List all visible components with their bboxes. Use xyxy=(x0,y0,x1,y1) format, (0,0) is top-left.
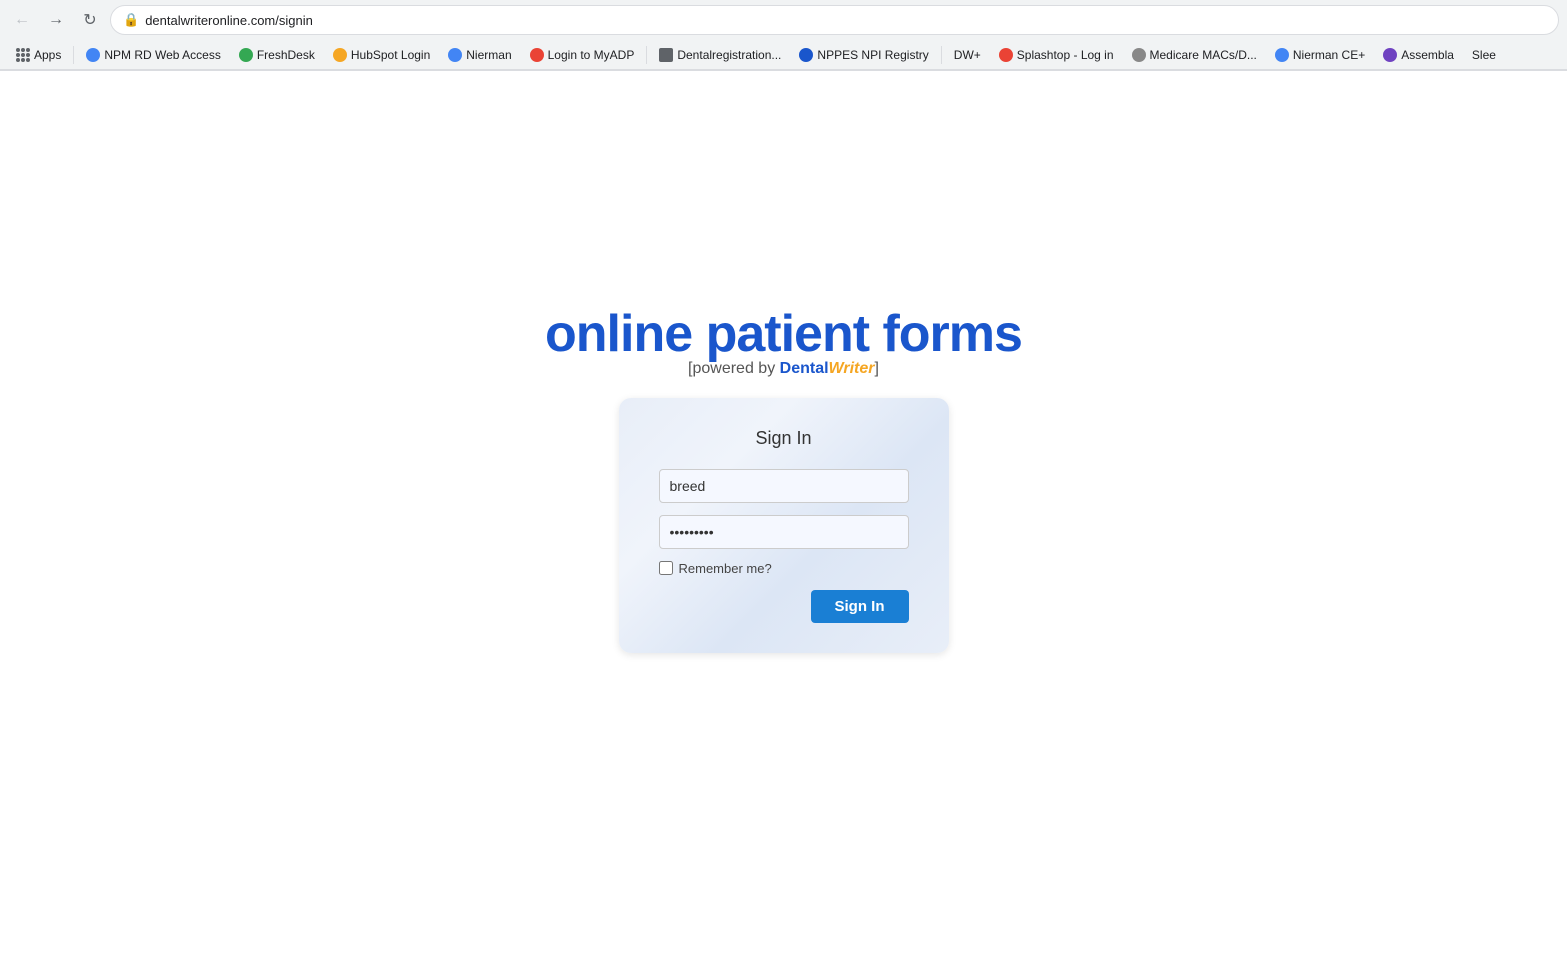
address-text: dentalwriteronline.com/signin xyxy=(145,13,313,28)
nppes-label: NPPES NPI Registry xyxy=(817,48,928,62)
dentalreg-favicon xyxy=(659,48,673,62)
bookmark-nierman[interactable]: Nierman xyxy=(440,45,519,65)
medicare-favicon xyxy=(1132,48,1146,62)
logo-section: online patient forms [powered by DentalW… xyxy=(545,304,1022,378)
bookmarks-bar: Apps NPM RD Web Access FreshDesk HubSpot… xyxy=(0,40,1567,70)
bookmark-dw[interactable]: DW+ xyxy=(946,45,989,65)
assembla-favicon xyxy=(1383,48,1397,62)
signin-card: Sign In Remember me? Sign In xyxy=(619,398,949,653)
splashtop-favicon xyxy=(999,48,1013,62)
nierman-favicon xyxy=(448,48,462,62)
medicare-label: Medicare MACs/D... xyxy=(1150,48,1257,62)
hubspot-favicon xyxy=(333,48,347,62)
remember-checkbox[interactable] xyxy=(659,561,673,575)
password-group xyxy=(659,515,909,549)
password-input[interactable] xyxy=(659,515,909,549)
bookmark-hubspot[interactable]: HubSpot Login xyxy=(325,45,438,65)
bookmark-slee[interactable]: Slee xyxy=(1464,45,1504,65)
myadp-label: Login to MyADP xyxy=(548,48,635,62)
nppes-favicon xyxy=(799,48,813,62)
logo-main-text: online patient forms xyxy=(545,304,1022,364)
npm-label: NPM RD Web Access xyxy=(104,48,220,62)
freshdesk-label: FreshDesk xyxy=(257,48,315,62)
bookmark-splashtop[interactable]: Splashtop - Log in xyxy=(991,45,1122,65)
hubspot-label: HubSpot Login xyxy=(351,48,430,62)
username-input[interactable] xyxy=(659,469,909,503)
bookmark-assembla[interactable]: Assembla xyxy=(1375,45,1462,65)
form-actions: Sign In xyxy=(659,590,909,623)
bookmark-nierman-ce[interactable]: Nierman CE+ xyxy=(1267,45,1373,65)
nierman-ce-favicon xyxy=(1275,48,1289,62)
address-bar[interactable]: 🔒 dentalwriteronline.com/signin xyxy=(110,5,1559,35)
myadp-favicon xyxy=(530,48,544,62)
npm-favicon xyxy=(86,48,100,62)
assembla-label: Assembla xyxy=(1401,48,1454,62)
powered-by-prefix: [powered by xyxy=(688,360,780,377)
bookmark-freshdesk[interactable]: FreshDesk xyxy=(231,45,323,65)
username-group xyxy=(659,469,909,503)
nierman-label: Nierman xyxy=(466,48,511,62)
remember-row: Remember me? xyxy=(659,561,909,576)
dental-text: Dental xyxy=(780,360,829,377)
apps-bookmark[interactable]: Apps xyxy=(8,45,69,65)
dentalreg-label: Dentalregistration... xyxy=(677,48,781,62)
forward-button[interactable]: → xyxy=(42,6,70,34)
apps-label: Apps xyxy=(34,48,61,62)
bookmark-medicare[interactable]: Medicare MACs/D... xyxy=(1124,45,1265,65)
dw-label: DW+ xyxy=(954,48,981,62)
browser-chrome: ← → ↻ 🔒 dentalwriteronline.com/signin Ap… xyxy=(0,0,1567,71)
splashtop-label: Splashtop - Log in xyxy=(1017,48,1114,62)
slee-label: Slee xyxy=(1472,48,1496,62)
bookmark-dentalreg[interactable]: Dentalregistration... xyxy=(651,45,789,65)
writer-text: Writer xyxy=(829,360,875,377)
page-content: online patient forms [powered by DentalW… xyxy=(0,71,1567,965)
bookmark-npm[interactable]: NPM RD Web Access xyxy=(78,45,228,65)
apps-grid-icon xyxy=(16,48,30,62)
freshdesk-favicon xyxy=(239,48,253,62)
browser-toolbar: ← → ↻ 🔒 dentalwriteronline.com/signin xyxy=(0,0,1567,40)
reload-button[interactable]: ↻ xyxy=(76,6,104,34)
nierman-ce-label: Nierman CE+ xyxy=(1293,48,1365,62)
bookmark-myadp[interactable]: Login to MyADP xyxy=(522,45,643,65)
signin-title: Sign In xyxy=(659,428,909,449)
bookmarks-divider-2 xyxy=(646,46,647,64)
remember-label: Remember me? xyxy=(679,561,772,576)
back-button[interactable]: ← xyxy=(8,6,36,34)
signin-button[interactable]: Sign In xyxy=(811,590,909,623)
bookmarks-divider xyxy=(73,46,74,64)
lock-icon: 🔒 xyxy=(123,12,139,28)
bookmark-nppes[interactable]: NPPES NPI Registry xyxy=(791,45,936,65)
bookmarks-divider-3 xyxy=(941,46,942,64)
powered-by-suffix: ] xyxy=(874,360,878,377)
